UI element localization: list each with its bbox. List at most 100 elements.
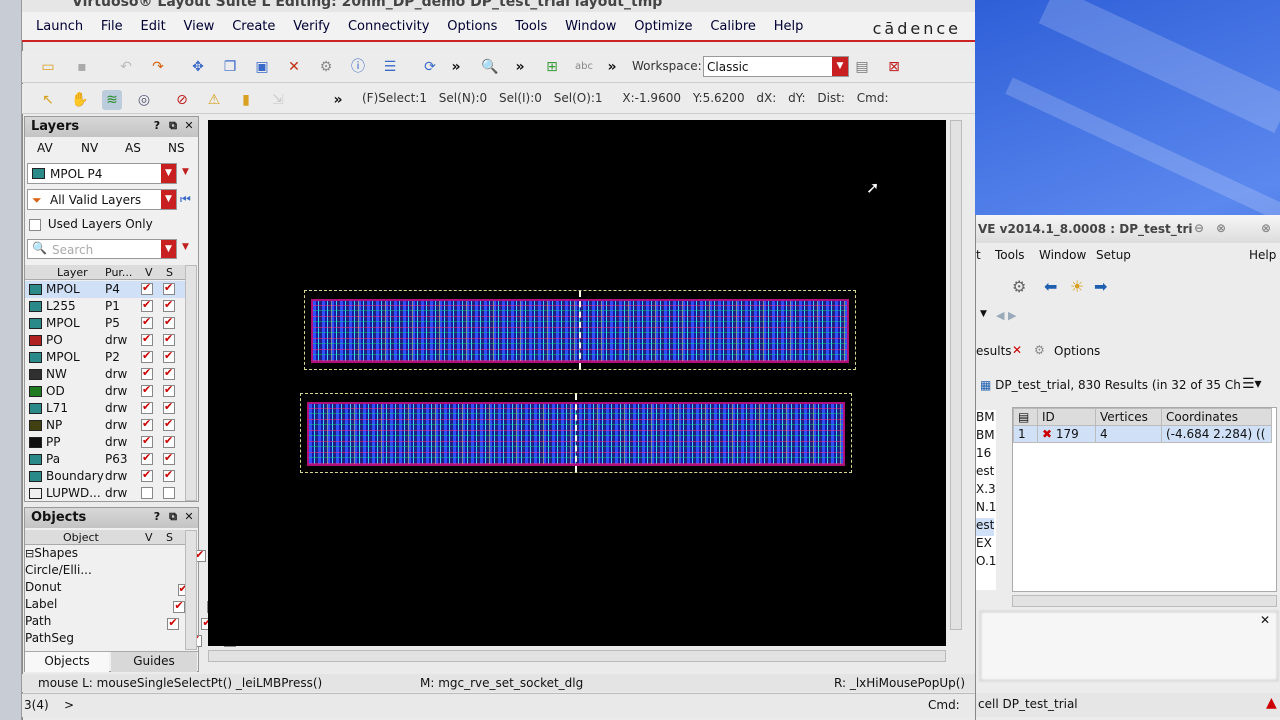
layer-row[interactable]: PP drw: [25, 434, 197, 451]
selectable-checkbox[interactable]: [163, 366, 175, 380]
gear-icon[interactable]: ⚙: [1012, 277, 1026, 296]
tab-objects[interactable]: Objects: [25, 652, 109, 672]
check-list-item[interactable]: X.3: [976, 482, 996, 500]
col-vertices[interactable]: Vertices: [1095, 408, 1162, 426]
layer-stack-icon[interactable]: ≋: [102, 90, 122, 110]
layer-row[interactable]: MPOL P5: [25, 315, 197, 332]
select-arrow-icon[interactable]: ↖: [38, 90, 58, 110]
col-selectable[interactable]: S: [166, 266, 173, 279]
restore-icon[interactable]: ⊗: [1216, 221, 1226, 235]
visible-checkbox[interactable]: [141, 298, 153, 312]
check-list-item[interactable]: est: [976, 464, 994, 482]
check-list-item[interactable]: BM: [976, 428, 995, 446]
rve-menu-window[interactable]: Window: [1039, 248, 1086, 262]
layer-row[interactable]: MPOL P4: [25, 281, 197, 298]
visible-checkbox[interactable]: [141, 383, 153, 397]
menu-arrow-icon[interactable]: ▼: [182, 167, 189, 177]
col-layer[interactable]: Layer: [57, 266, 88, 279]
canvas-hscrollbar[interactable]: [208, 650, 946, 662]
selectable-checkbox[interactable]: [163, 468, 175, 482]
used-layers-toggle[interactable]: Used Layers Only: [29, 217, 153, 231]
redo-icon[interactable]: ↷: [148, 57, 168, 77]
close-icon[interactable]: ⊗: [1261, 221, 1271, 235]
delete-icon[interactable]: ✕: [284, 57, 304, 77]
visible-checkbox[interactable]: [173, 599, 186, 613]
open-folder-icon[interactable]: ▭: [38, 57, 58, 77]
workspace-save-icon[interactable]: ▤: [852, 57, 872, 77]
visible-checkbox[interactable]: [141, 400, 153, 414]
more-icon[interactable]: »: [446, 57, 466, 77]
properties-icon[interactable]: ⚙: [316, 57, 336, 77]
warning-icon[interactable]: ⚠: [204, 90, 224, 110]
col-object[interactable]: Object: [63, 531, 99, 544]
used-layers-checkbox[interactable]: [29, 218, 41, 231]
help-icon[interactable]: ?: [150, 119, 164, 132]
undo-icon[interactable]: ↶: [116, 57, 136, 77]
menu-create[interactable]: Create: [232, 19, 275, 34]
back-icon[interactable]: ⏮: [180, 192, 191, 207]
close-icon[interactable]: ✕: [182, 119, 196, 132]
chevron-down-icon[interactable]: ▼: [161, 164, 176, 183]
object-row[interactable]: ⊟Shapes: [25, 546, 241, 563]
tab-guides[interactable]: Guides: [111, 652, 197, 672]
selectable-checkbox[interactable]: [163, 383, 175, 397]
current-layer-select[interactable]: MPOL P4 ▼: [27, 163, 177, 184]
list-menu-icon[interactable]: ☰▾: [1242, 376, 1262, 392]
zoom-icon[interactable]: 🔍: [480, 57, 500, 77]
layer-row[interactable]: L71 drw: [25, 400, 197, 417]
tab-ns[interactable]: NS: [168, 141, 185, 155]
layer-row[interactable]: LUPWD... drw: [25, 485, 197, 502]
float-icon[interactable]: ⧉: [166, 510, 180, 524]
chevron-down-icon[interactable]: ▼: [832, 57, 848, 76]
selectable-checkbox[interactable]: [163, 315, 175, 329]
layer-row[interactable]: MPOL P2: [25, 349, 197, 366]
selectable-checkbox[interactable]: [163, 434, 175, 448]
tab-as[interactable]: AS: [125, 141, 141, 155]
close-icon[interactable]: ✕: [1260, 613, 1270, 627]
menu-window[interactable]: Window: [565, 19, 616, 34]
refresh-icon[interactable]: ⟳: [420, 57, 440, 77]
layout-canvas[interactable]: ➚: [208, 120, 946, 646]
tree-collapse-icon[interactable]: ⊟: [25, 547, 34, 560]
layer-row[interactable]: NP drw: [25, 417, 197, 434]
layout-cell-row-1[interactable]: [304, 290, 856, 370]
close-icon[interactable]: ✕: [182, 510, 196, 523]
dropdown-arrow-icon[interactable]: ▼: [980, 309, 987, 319]
layer-row[interactable]: Boundary drw: [25, 468, 197, 485]
layer-row[interactable]: NW drw: [25, 366, 197, 383]
rve-menu-help[interactable]: Help: [1249, 248, 1276, 262]
menu-arrow-icon[interactable]: ▼: [182, 242, 189, 252]
chevron-down-icon[interactable]: ▼: [161, 190, 176, 209]
layout-cell-row-2[interactable]: [300, 393, 852, 473]
create-instance-icon[interactable]: ⊞: [542, 57, 562, 77]
visible-checkbox[interactable]: [141, 417, 153, 431]
chevron-down-icon[interactable]: ▼: [161, 240, 176, 258]
hand-icon[interactable]: ✋: [70, 90, 90, 110]
selectable-checkbox[interactable]: [163, 487, 175, 499]
selectable-checkbox[interactable]: [163, 332, 175, 346]
object-row[interactable]: Label: [25, 597, 220, 614]
more-icon-4[interactable]: »: [328, 90, 348, 110]
copy-icon[interactable]: ❐: [220, 57, 240, 77]
layer-row[interactable]: OD drw: [25, 383, 197, 400]
menu-optimize[interactable]: Optimize: [634, 19, 692, 34]
workspace-delete-icon[interactable]: ⊠: [884, 57, 904, 77]
rve-menu-partial[interactable]: t: [976, 248, 981, 262]
check-list-item[interactable]: BM: [976, 410, 995, 428]
canvas-vscrollbar[interactable]: [950, 120, 962, 630]
visible-checkbox[interactable]: [141, 468, 153, 482]
tab-results[interactable]: esults: [976, 344, 1012, 358]
nav-arrows-icon[interactable]: ◀ ▶: [996, 309, 1016, 322]
check-list-item[interactable]: EX: [976, 536, 992, 554]
col-coordinates[interactable]: Coordinates: [1161, 408, 1272, 426]
layer-search-input[interactable]: 🔍 Search ▼: [27, 239, 177, 259]
info-icon[interactable]: ⓘ: [348, 57, 368, 77]
col-purpose[interactable]: Pur...: [105, 266, 132, 279]
col-id[interactable]: ID: [1037, 408, 1096, 426]
check-list-item[interactable]: O.1: [976, 554, 996, 572]
menu-edit[interactable]: Edit: [141, 19, 166, 34]
selectable-checkbox[interactable]: [163, 349, 175, 363]
menu-calibre[interactable]: Calibre: [710, 19, 756, 34]
selectable-checkbox[interactable]: [163, 298, 175, 312]
more-icon-2[interactable]: »: [510, 57, 530, 77]
